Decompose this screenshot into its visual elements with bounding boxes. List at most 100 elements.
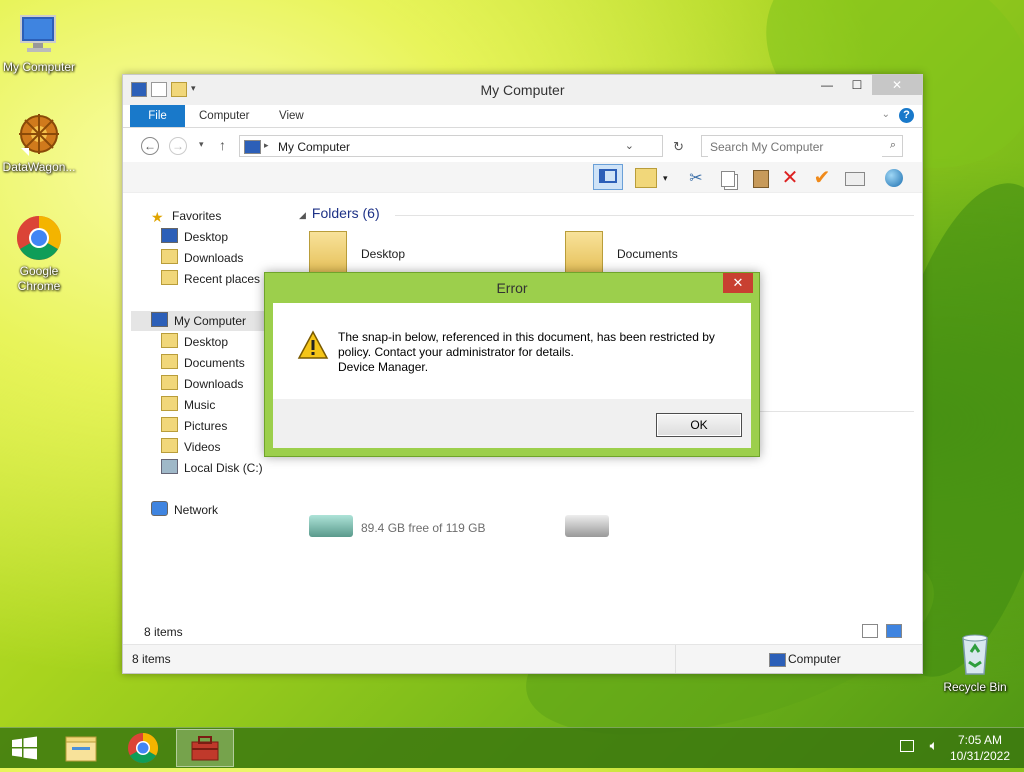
folder-item-desktop[interactable]: Desktop xyxy=(309,231,509,275)
close-button[interactable]: ✕ xyxy=(872,75,922,95)
computer-small-icon xyxy=(769,653,786,667)
nav-pc-documents[interactable]: Documents xyxy=(161,353,245,373)
nav-pc-local-disk[interactable]: Local Disk (C:) xyxy=(161,458,263,478)
network-status-icon[interactable] xyxy=(900,740,914,752)
chrome-icon xyxy=(15,214,63,262)
nav-pc-pictures[interactable]: Pictures xyxy=(161,416,227,436)
nav-favorites-downloads[interactable]: Downloads xyxy=(161,248,243,268)
nav-pc-desktop[interactable]: Desktop xyxy=(161,332,228,352)
nav-pc-music[interactable]: Music xyxy=(161,395,215,415)
up-button[interactable]: ↑ xyxy=(219,137,226,153)
folder-icon xyxy=(161,354,178,369)
desktop-icon-datawagon[interactable]: DataWagon... xyxy=(1,110,77,175)
network-icon xyxy=(151,501,168,516)
rename-icon[interactable]: ✔ xyxy=(811,168,833,188)
drive-item-removable[interactable] xyxy=(565,515,625,551)
start-button[interactable] xyxy=(0,729,50,767)
folder-icon xyxy=(161,438,178,453)
downloads-folder-icon xyxy=(161,249,178,264)
dialog-close-button[interactable]: ✕ xyxy=(723,273,753,293)
address-text: My Computer xyxy=(278,140,351,154)
maximize-button[interactable]: ☐ xyxy=(842,75,872,95)
clock-date: 10/31/2022 xyxy=(949,749,1010,763)
search-icon[interactable]: ⌕ xyxy=(890,139,896,152)
nav-favorites[interactable]: ★ Favorites xyxy=(151,206,221,226)
address-bar[interactable]: ▸ My Computer ⌄ ↻ xyxy=(239,135,684,157)
command-toolbar: ▾ ✂ ✕ ✔ xyxy=(123,162,922,193)
chevron-right-icon[interactable]: ▸ xyxy=(264,140,269,151)
drive-icon xyxy=(309,515,353,537)
dialog-message-line: policy. Contact your administrator for d… xyxy=(338,345,574,359)
computer-small-icon xyxy=(244,140,261,154)
nav-label: Videos xyxy=(184,440,221,454)
nav-label: Desktop xyxy=(184,335,229,349)
delete-icon[interactable]: ✕ xyxy=(779,168,801,188)
nav-label: Local Disk (C:) xyxy=(184,461,263,475)
volume-icon[interactable]: 🔈︎ xyxy=(930,737,938,754)
folder-label: Documents xyxy=(617,247,678,261)
preview-pane-icon[interactable] xyxy=(593,164,623,190)
nav-favorites-recent-places[interactable]: Recent places xyxy=(161,269,260,289)
large-icons-view-icon[interactable] xyxy=(886,624,902,638)
forward-button[interactable]: → xyxy=(169,137,187,155)
item-count: 8 items xyxy=(144,625,183,639)
ribbon-expand-icon[interactable]: ⌄ xyxy=(882,109,890,120)
windows-logo-icon xyxy=(12,736,37,760)
folders-group-header[interactable]: ◢ Folders (6) xyxy=(299,205,380,221)
clock[interactable]: 7:05 AM 10/31/2022 xyxy=(950,732,1010,764)
nav-label: Favorites xyxy=(172,209,222,223)
desktop-icon-label: DataWagon... xyxy=(2,160,76,174)
nav-favorites-desktop[interactable]: Desktop xyxy=(161,227,228,247)
tab-view[interactable]: View xyxy=(279,105,304,127)
minimize-button[interactable]: — xyxy=(812,75,842,95)
drive-item-local-disk[interactable]: 89.4 GB free of 119 GB xyxy=(309,515,529,551)
star-icon: ★ xyxy=(151,209,164,225)
refresh-icon[interactable]: ↻ xyxy=(673,139,684,155)
desktop-icon-google-chrome[interactable]: Google Chrome xyxy=(1,214,77,294)
dialog-body: The snap-in below, referenced in this do… xyxy=(273,303,751,448)
folder-item-documents[interactable]: Documents xyxy=(565,231,765,275)
taskbar-file-explorer[interactable] xyxy=(52,729,110,767)
desktop-icon-my-computer[interactable]: My Computer xyxy=(1,10,77,75)
nav-my-computer[interactable]: My Computer xyxy=(131,311,283,331)
nav-label: Downloads xyxy=(184,377,244,391)
ribbon-tabs: File Computer View ⌄ ? xyxy=(123,105,922,128)
collapse-icon: ◢ xyxy=(299,210,306,220)
search-input[interactable] xyxy=(708,137,882,157)
drive-icon xyxy=(161,459,178,474)
properties-icon[interactable] xyxy=(635,168,657,188)
back-button[interactable]: ← xyxy=(141,137,159,155)
window-titlebar[interactable]: ▾ My Computer — ☐ ✕ xyxy=(123,75,922,105)
clock-time: 7:05 AM xyxy=(957,733,1002,747)
nav-label: Desktop xyxy=(184,230,229,244)
address-dropdown-icon[interactable]: ⌄ xyxy=(625,139,634,152)
tab-computer[interactable]: Computer xyxy=(199,105,250,127)
tab-file[interactable]: File xyxy=(130,105,185,127)
details-view-icon[interactable] xyxy=(862,624,878,638)
address-row: ← → ▾ ↑ ▸ My Computer ⌄ ↻ ⌕ xyxy=(123,128,922,162)
desktop-icon-recycle-bin[interactable]: Recycle Bin xyxy=(937,630,1013,695)
status-location: Computer xyxy=(788,652,841,666)
nav-pc-videos[interactable]: Videos xyxy=(161,437,220,457)
folder-label: Desktop xyxy=(361,247,406,261)
chrome-icon xyxy=(128,733,159,764)
network-globe-icon[interactable] xyxy=(883,168,905,188)
ok-button[interactable]: OK xyxy=(656,413,742,437)
disk-free-text: 89.4 GB free of 119 GB xyxy=(361,521,486,535)
window-title: My Computer xyxy=(480,82,565,98)
copy-icon[interactable] xyxy=(717,168,739,188)
paste-icon[interactable] xyxy=(749,168,771,188)
folder-icon xyxy=(161,333,178,348)
properties-dropdown-icon[interactable]: ▾ xyxy=(663,168,673,188)
open-icon[interactable] xyxy=(843,168,865,188)
cut-icon[interactable]: ✂ xyxy=(685,168,707,188)
drive-icon xyxy=(565,515,609,537)
recent-locations-icon[interactable]: ▾ xyxy=(199,139,204,150)
nav-network[interactable]: Network xyxy=(151,500,218,520)
nav-pc-downloads[interactable]: Downloads xyxy=(161,374,243,394)
taskbar: 🔈︎ 7:05 AM 10/31/2022 xyxy=(0,727,1024,768)
taskbar-computer-management[interactable] xyxy=(176,729,234,767)
folder-icon xyxy=(161,375,178,390)
taskbar-chrome[interactable] xyxy=(114,729,172,767)
help-icon[interactable]: ? xyxy=(899,108,914,123)
